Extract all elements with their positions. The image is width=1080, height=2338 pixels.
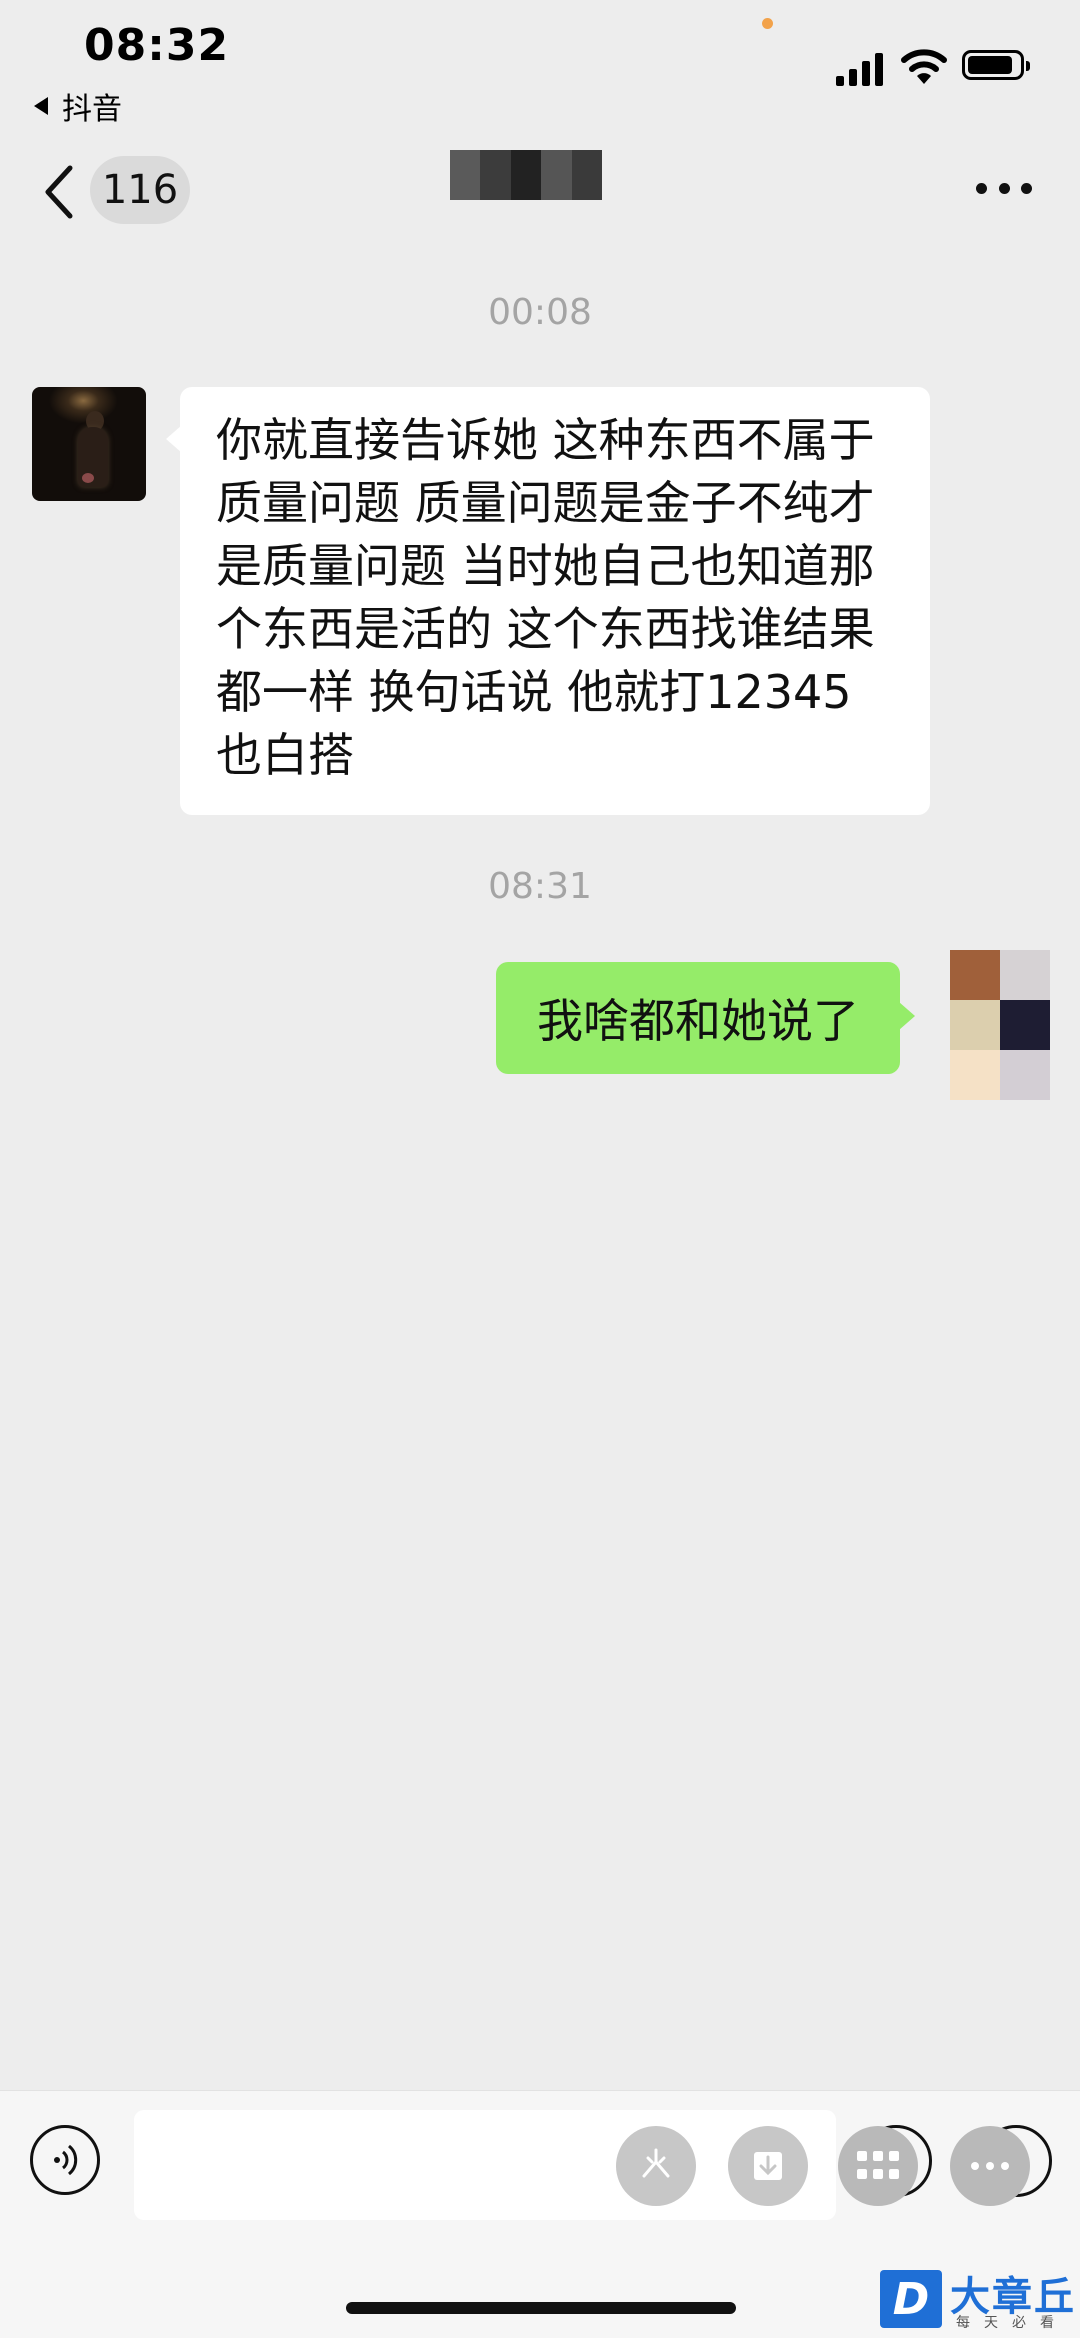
message-timestamp: 08:31 bbox=[488, 866, 592, 907]
back-to-app-link[interactable]: 抖音 bbox=[34, 84, 122, 128]
more-options-icon[interactable] bbox=[976, 183, 1032, 199]
voice-icon[interactable] bbox=[30, 2125, 100, 2195]
back-app-label: 抖音 bbox=[62, 92, 122, 127]
watermark-logo: D bbox=[880, 2270, 942, 2328]
download-icon[interactable] bbox=[728, 2126, 808, 2206]
home-indicator[interactable] bbox=[346, 2302, 736, 2314]
my-avatar[interactable] bbox=[950, 950, 1050, 1100]
sparkle-icon[interactable] bbox=[616, 2126, 696, 2206]
unread-count-badge[interactable]: 116 bbox=[90, 156, 190, 224]
cellular-signal-icon bbox=[836, 50, 886, 86]
back-chevron-icon[interactable] bbox=[40, 162, 80, 222]
grid-icon[interactable] bbox=[838, 2126, 918, 2206]
chat-title-redacted bbox=[450, 150, 603, 200]
contact-avatar[interactable] bbox=[32, 387, 146, 501]
received-message-bubble[interactable]: 你就直接告诉她 这种东西不属于质量问题 质量问题是金子不纯才是质量问题 当时她自… bbox=[166, 387, 930, 815]
sent-message-bubble[interactable]: 我啥都和她说了 bbox=[496, 962, 915, 1074]
battery-icon bbox=[962, 50, 1030, 80]
watermark-tagline: 每天必看 bbox=[956, 2315, 1068, 2331]
more-horizontal-icon[interactable] bbox=[950, 2126, 1030, 2206]
message-timestamp: 00:08 bbox=[488, 292, 592, 333]
back-triangle-icon bbox=[34, 97, 48, 115]
privacy-indicator-dot bbox=[762, 18, 773, 29]
wifi-icon bbox=[901, 49, 947, 84]
status-time: 08:32 bbox=[84, 20, 230, 71]
